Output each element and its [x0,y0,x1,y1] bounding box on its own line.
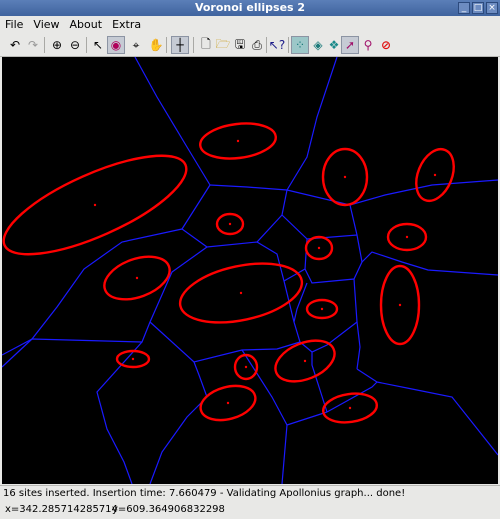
status-bar: 16 sites inserted. Insertion time: 7.660… [0,485,500,519]
insert-ellipse-icon[interactable]: ◉ [107,36,125,54]
redo-icon[interactable]: ↷ [24,36,42,54]
x-coordinate: x=342.285714285714 [5,504,118,515]
help-pointer-icon[interactable]: ↖? [268,36,286,54]
save-icon[interactable]: 🖫 [231,36,249,54]
toolbar: ↶ ↷ ⊕ ⊖ ↖ ◉ ⌖ ✋ ┼ 🗋 🗁 🖫 ⎙ ↖? ⁘ ◈ ❖ ➚ ⚲ ⊘ [0,34,500,57]
y-coordinate: y=609.364906832298 [112,504,225,515]
minimize-button[interactable]: _ [458,2,470,14]
ellipses [2,122,455,424]
crosshair-icon[interactable]: ┼ [171,36,189,54]
voronoi-canvas[interactable] [1,56,499,485]
status-message: 16 sites inserted. Insertion time: 7.660… [3,488,406,499]
menu-bar: File View About Extra [0,16,500,34]
target-icon[interactable]: ⌖ [127,36,145,54]
menu-extra[interactable]: Extra [107,17,146,33]
print-icon[interactable]: ⎙ [248,36,266,54]
window-title: Voronoi ellipses 2 [194,1,306,14]
hand-icon[interactable]: ✋ [147,36,165,54]
zoom-out-icon[interactable]: ⊖ [66,36,84,54]
delete-icon[interactable]: ⊘ [377,36,395,54]
open-folder-icon[interactable]: 🗁 [214,36,232,54]
undo-icon[interactable]: ↶ [6,36,24,54]
ellipse-site [2,154,188,256]
new-file-icon[interactable]: 🗋 [197,36,215,54]
ellipse-centers [93,139,437,410]
menu-file[interactable]: File [0,17,28,33]
zoom-in-icon[interactable]: ⊕ [48,36,66,54]
title-bar: Voronoi ellipses 2 _ □ × [0,0,500,16]
inspect-icon[interactable]: ⚲ [359,36,377,54]
voronoi-diagram [1,56,499,485]
menu-about[interactable]: About [65,17,108,33]
close-button[interactable]: × [486,2,498,14]
voronoi-edges [1,56,499,485]
show-points-icon[interactable]: ⁘ [291,36,309,54]
pointer-icon[interactable]: ↖ [89,36,107,54]
menu-view[interactable]: View [28,17,64,33]
maximize-button[interactable]: □ [472,2,484,14]
insert-point-icon[interactable]: ➚ [341,36,359,54]
